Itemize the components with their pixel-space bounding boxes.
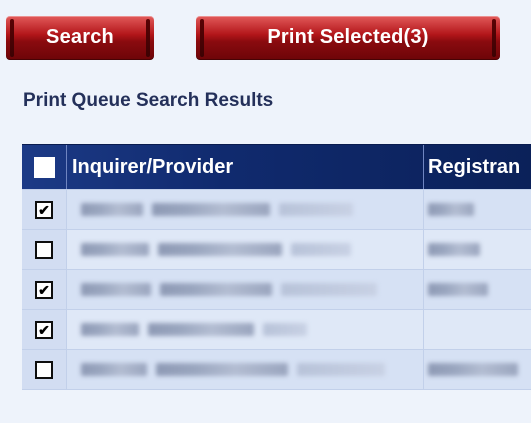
table-row[interactable]: ✔ <box>22 309 531 349</box>
redacted-text <box>160 283 272 296</box>
table-row[interactable] <box>22 229 531 269</box>
redacted-text <box>428 203 474 216</box>
table-header: Inquirer/Provider Registran <box>22 144 531 189</box>
row-select-cell <box>22 230 67 269</box>
redacted-text <box>158 243 282 256</box>
registrant-cell <box>424 190 531 229</box>
column-header-inquirer-provider[interactable]: Inquirer/Provider <box>67 145 424 189</box>
select-all-checkbox[interactable] <box>33 156 55 178</box>
inquirer-provider-cell <box>67 270 424 309</box>
row-select-cell <box>22 350 67 389</box>
redacted-text <box>81 243 149 256</box>
row-checkbox[interactable]: ✔ <box>35 200 53 219</box>
search-button[interactable]: Search <box>6 16 154 60</box>
registrant-cell <box>424 310 531 349</box>
inquirer-provider-cell <box>67 230 424 269</box>
table-body: ✔ ✔ ✔ <box>22 189 531 390</box>
table-row[interactable]: ✔ <box>22 269 531 309</box>
print-selected-button-label: Print Selected(3) <box>267 25 429 48</box>
row-checkbox[interactable]: ✔ <box>35 280 53 299</box>
redacted-text <box>81 203 143 216</box>
redacted-text <box>428 283 488 296</box>
row-select-cell: ✔ <box>22 190 67 229</box>
inquirer-provider-cell <box>67 350 424 389</box>
redacted-text <box>291 243 351 256</box>
redacted-text <box>297 363 385 376</box>
redacted-text <box>156 363 288 376</box>
redacted-text <box>428 243 480 256</box>
search-button-label: Search <box>46 25 114 48</box>
redacted-text <box>279 203 353 216</box>
registrant-cell <box>424 270 531 309</box>
results-table: Inquirer/Provider Registran ✔ ✔ ✔ <box>22 144 531 390</box>
row-checkbox[interactable] <box>35 240 53 259</box>
print-selected-button[interactable]: Print Selected(3) <box>196 16 500 60</box>
redacted-text <box>81 323 139 336</box>
table-row[interactable] <box>22 349 531 390</box>
row-checkbox[interactable] <box>35 360 53 379</box>
toolbar: Search Print Selected(3) <box>6 16 526 60</box>
table-row[interactable]: ✔ <box>22 189 531 229</box>
row-select-cell: ✔ <box>22 310 67 349</box>
row-checkbox[interactable]: ✔ <box>35 320 53 339</box>
redacted-text <box>428 363 518 376</box>
inquirer-provider-cell <box>67 310 424 349</box>
inquirer-provider-cell <box>67 190 424 229</box>
redacted-text <box>81 283 151 296</box>
registrant-cell <box>424 350 531 389</box>
redacted-text <box>148 323 254 336</box>
registrant-cell <box>424 230 531 269</box>
redacted-text <box>281 283 377 296</box>
redacted-text <box>152 203 270 216</box>
select-all-cell <box>22 145 67 189</box>
section-title: Print Queue Search Results <box>23 90 274 111</box>
column-header-registrant[interactable]: Registran <box>424 145 531 189</box>
redacted-text <box>263 323 307 336</box>
redacted-text <box>81 363 147 376</box>
row-select-cell: ✔ <box>22 270 67 309</box>
